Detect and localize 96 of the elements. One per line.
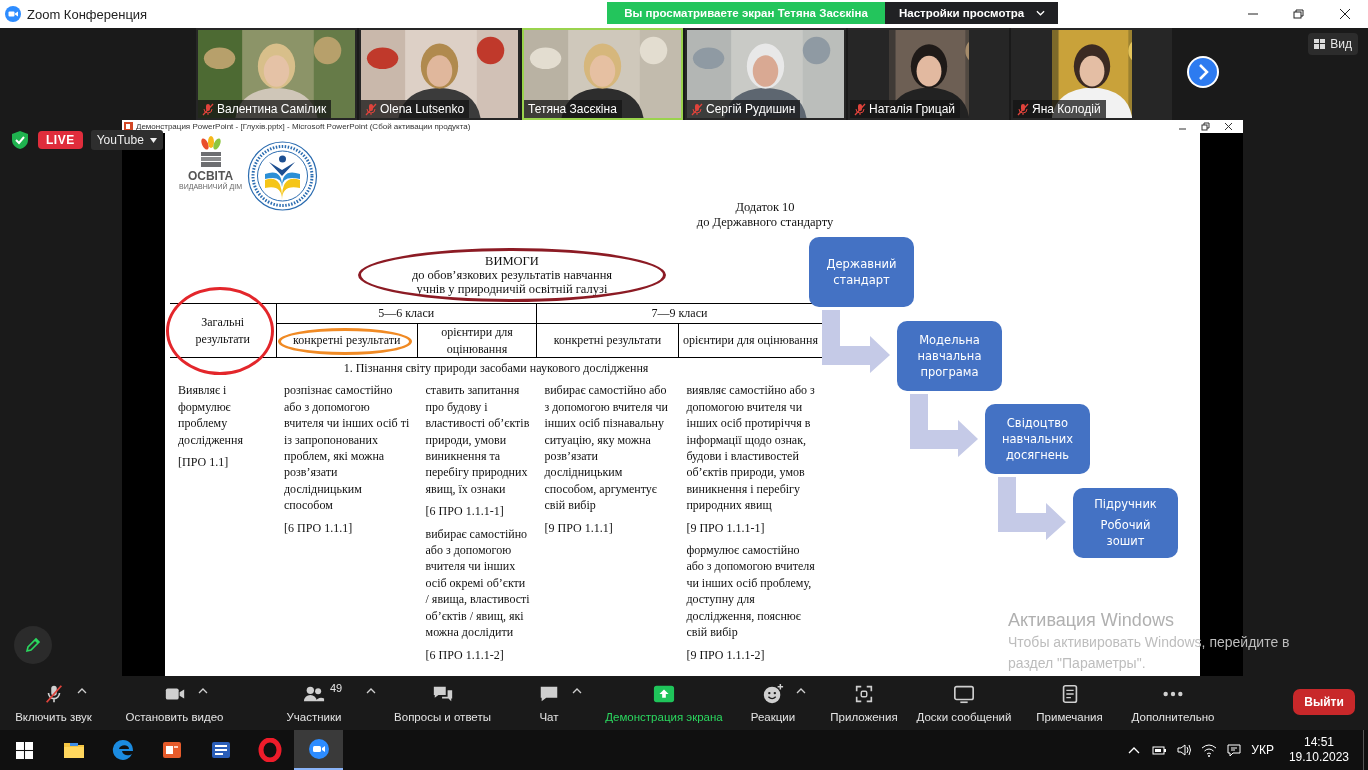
cell-text: формулює самостійно або з допомогою вчителя чи інших осіб проблему, доступну для дослідження, пояснює свій вибір (686, 542, 816, 641)
edge-swirl-icon (110, 738, 135, 762)
box-label: Державний стандарт (825, 256, 898, 288)
column-header: конкретні результати (293, 333, 401, 348)
pencil-icon (24, 636, 42, 654)
caret-icon[interactable] (796, 688, 806, 694)
cell-text: [9 ПРО 1.1.1-1] (686, 519, 766, 537)
opera-ring-icon (257, 738, 282, 762)
heading-line: ВИМОГИ (485, 254, 539, 268)
toolbar-button[interactable]: Примечания (1017, 676, 1122, 730)
section-title: 1. Пізнання світу природи засобами наукового дослідження (343, 361, 649, 375)
appendix-line: до Державного стандарту (695, 215, 835, 230)
live-badge[interactable]: LIVE (38, 131, 83, 149)
notification-icon[interactable] (1226, 742, 1243, 758)
box-label: Свідоцтво навчальних досягнень (1000, 415, 1075, 463)
toolbar-button[interactable]: Включить звук (0, 676, 107, 730)
presentation-window-title: Демонстрация PowerPoint - [Глухів.pptx] - Microsoft PowerPoint (Сбой активации продукта) (136, 122, 471, 131)
cell-text: виявляє самостійно або з допомогою вчителя чи інших осіб протиріччя в інформації щодо ознак, будови і властивостей об’єктів природи, умов виникнення і перебігу природних явищ (686, 382, 816, 514)
participant-name: Валентина Самілик (217, 102, 327, 116)
cell-text: [9 ПРО 1.1.1] (544, 519, 614, 537)
grid-icon (1314, 39, 1326, 49)
column-group-header: 5—6 класи (378, 306, 435, 321)
video-call-app-icon (306, 737, 331, 761)
participant-name: Сергій Рудишин (706, 102, 796, 116)
column-header: Загальні результати (194, 314, 251, 347)
toolbar-button[interactable]: Вопросы и ответы (386, 676, 499, 730)
shield-check-icon (10, 130, 30, 150)
bent-arrow (996, 477, 1068, 541)
box-label: Робочий зошит (1099, 517, 1152, 549)
windows-logo-icon (16, 741, 33, 759)
cell-text: [6 ПРО 1.1.1-2] (425, 646, 505, 663)
annotate-button[interactable] (14, 626, 52, 664)
participant-name: Яна Колодій (1032, 102, 1101, 116)
cell-text: [ПРО 1.1] (178, 454, 230, 471)
heading-line: учнів у природничій освітній галузі (416, 282, 608, 296)
view-button[interactable]: Вид (1308, 33, 1358, 55)
column-group-header: 7—9 класи (651, 306, 708, 321)
cell-text: [6 ПРО 1.1.1-1] (425, 503, 505, 520)
input-language[interactable]: УКР (1251, 743, 1274, 757)
caret-icon[interactable] (76, 688, 87, 694)
chevron-down-icon (1036, 10, 1046, 16)
cell-text: [6 ПРО 1.1.1] (284, 519, 354, 537)
caret-icon[interactable] (572, 688, 582, 694)
bent-arrow (820, 310, 892, 374)
bent-arrow (908, 393, 980, 458)
taskbar-app[interactable] (294, 730, 343, 770)
participant-count: 49 (330, 682, 343, 694)
cell-text: вибирає самостійно або з допомогою вчителя чи інших осіб пізнавальну ситуацію, яку можна розв’язати дослідницьким способом, аргументує свій вибір (544, 382, 669, 514)
cell-text: Виявляє і формулює проблему дослідження (178, 382, 244, 449)
whiteboard-icon (953, 683, 975, 705)
cell-text: [9 ПРО 1.1.1-2] (686, 646, 766, 663)
app-logo-icon (5, 6, 21, 22)
logo-wordmark: ОСВІТА (187, 170, 234, 183)
screen-share-banner: Вы просматриваете экран Тетяна Засєкіна (607, 2, 885, 24)
box-label: Модельна навчальна програма (916, 331, 983, 380)
toolbar-button[interactable]: Демонстрация экрана (599, 676, 729, 730)
column-header: орієнтири для оцінювання (441, 325, 513, 356)
participant-name: Наталія Грицай (869, 102, 956, 116)
clock-time: 14:51 (1303, 735, 1334, 750)
heading-line: до обов’язкових результатів навчання (411, 268, 613, 282)
apps-icon (853, 683, 875, 705)
view-settings-dropdown[interactable]: Настройки просмотра (885, 2, 1058, 24)
participant-name: Тетяна Засєкіна (528, 102, 617, 116)
cell-text: ставить запитання про будову і властивості об’єктів природи, умови виникнення та перебігу природних явищ, їх ознаки (425, 382, 531, 498)
activation-title: Активация Windows (1008, 609, 1175, 632)
toolbar-button[interactable]: Доски сообщений (911, 676, 1017, 730)
institute-emblem-icon (245, 140, 320, 212)
box-label: Підручник (1094, 496, 1157, 512)
clock-date: 19.10.2023 (1288, 750, 1349, 765)
caret-icon[interactable] (366, 688, 376, 694)
more-icon (1162, 691, 1184, 697)
chevron-right-icon (1187, 56, 1219, 88)
toolbar-button[interactable]: Дополнительно (1122, 676, 1224, 730)
appendix-line: Додаток 10 (734, 200, 796, 215)
toolbar-button[interactable]: Участники 49 (242, 676, 386, 730)
cell-text: розпізнає самостійно або з допомогою вчителя чи інших осіб ті із запропонованих проблем, які можна розв’язати дослідницьким способом (284, 382, 411, 514)
leave-button[interactable]: Выйти (1293, 689, 1355, 715)
column-header: конкретні результати (553, 333, 662, 348)
caret-icon[interactable] (197, 688, 208, 694)
restore-icon[interactable] (1201, 122, 1210, 131)
share-screen-icon (653, 683, 675, 705)
cell-text: вибирає самостійно або з допомогою вчителя чи інших осіб окремі об’єкти / явища, властивості об’єктів / явищ, які можна дослідити (425, 525, 531, 641)
close-icon[interactable] (1224, 122, 1233, 131)
caret-icon (149, 137, 157, 143)
smiley-plus-icon (762, 683, 784, 705)
participant-name: Olena Lutsenko (380, 102, 465, 116)
speaker-icon[interactable] (1176, 742, 1193, 758)
toolbar-button[interactable]: Чат (499, 676, 599, 730)
window-title: Zoom Конференция (27, 6, 148, 22)
wifi-icon[interactable] (1201, 742, 1218, 758)
toolbar-button[interactable]: Реакции (729, 676, 817, 730)
toolbar-button[interactable]: Остановить видео (107, 676, 242, 730)
column-header: орієнтири для оцінювання (682, 333, 818, 348)
toolbar-button[interactable]: Приложения (817, 676, 911, 730)
stream-platform-dropdown[interactable]: YouTube (90, 130, 163, 150)
next-page-button[interactable] (1187, 56, 1219, 88)
